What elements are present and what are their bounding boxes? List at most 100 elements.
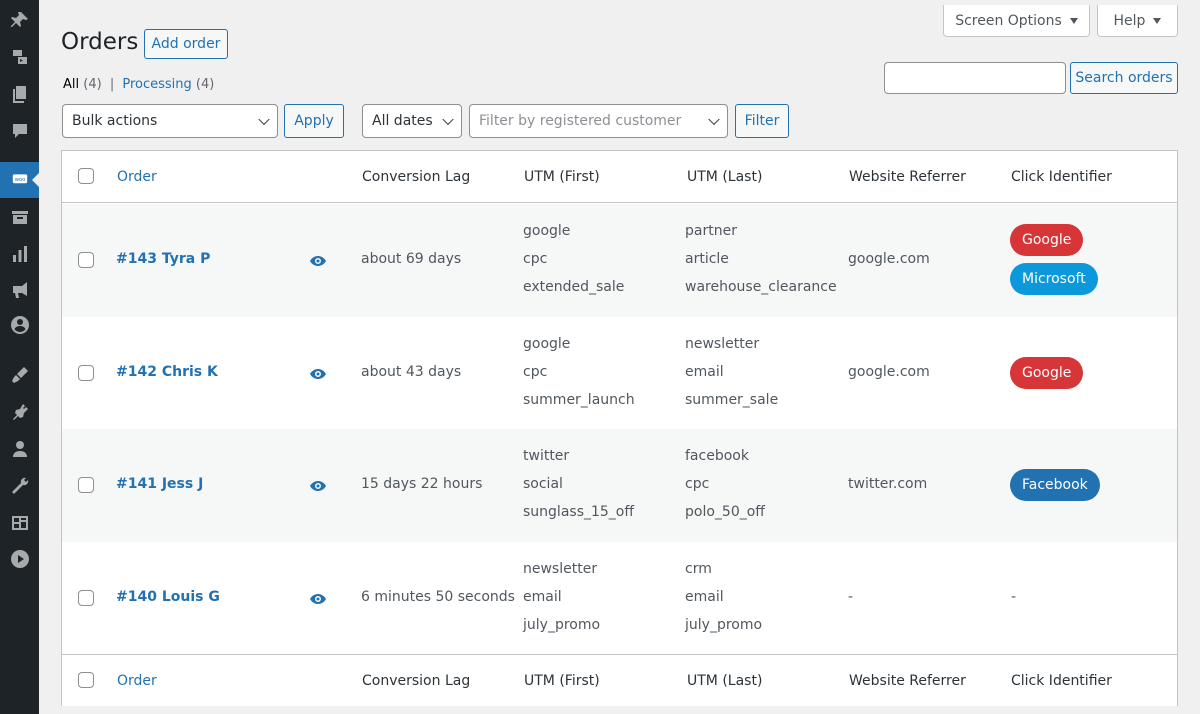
page-title: Orders: [61, 29, 139, 55]
utm-first-medium: cpc: [523, 364, 548, 380]
preview-eye-icon[interactable]: [310, 481, 326, 491]
column-click-identifier: Click Identifier: [1011, 169, 1112, 185]
column-utm-first: UTM (First): [524, 673, 600, 689]
table-footer: Order Conversion Lag UTM (First) UTM (La…: [62, 654, 1177, 706]
caret-down-icon: [1069, 17, 1078, 24]
appearance-icon[interactable]: [0, 360, 39, 390]
views-separator: |: [109, 77, 115, 92]
utm-last-source: partner: [685, 223, 737, 239]
woocommerce-icon[interactable]: woo: [0, 162, 40, 198]
bulk-actions-value: Bulk actions: [72, 113, 158, 129]
view-all-label[interactable]: All: [63, 77, 79, 92]
utm-last-campaign: warehouse_clearance: [685, 279, 837, 295]
dates-value: All dates: [372, 113, 433, 129]
conversion-lag: 15 days 22 hours: [361, 476, 483, 492]
profile-icon[interactable]: [0, 310, 39, 340]
column-utm-first: UTM (First): [524, 169, 600, 185]
media-icon[interactable]: [0, 42, 39, 72]
conversion-lag: about 69 days: [361, 251, 462, 267]
orders-table: Order Conversion Lag UTM (First) UTM (La…: [61, 150, 1178, 706]
view-processing-count: (4): [195, 77, 215, 92]
pages-icon[interactable]: [0, 79, 39, 109]
column-order[interactable]: Order: [117, 151, 157, 203]
products-icon[interactable]: [0, 202, 39, 232]
column-click-identifier: Click Identifier: [1011, 673, 1112, 689]
analytics-icon[interactable]: [0, 239, 39, 269]
google-badge: Google: [1010, 224, 1084, 256]
facebook-badge: Facebook: [1010, 469, 1100, 501]
column-utm-last: UTM (Last): [687, 169, 763, 185]
marketing-icon[interactable]: [0, 275, 39, 305]
apply-button[interactable]: Apply: [284, 104, 344, 138]
order-status-views: All (4) | Processing (4): [63, 77, 214, 92]
order-link[interactable]: #143 Tyra P: [116, 251, 210, 267]
users-icon[interactable]: [0, 434, 39, 464]
table-row[interactable]: #140 Louis G 6 minutes 50 seconds newsle…: [62, 542, 1177, 655]
pin-icon[interactable]: [0, 5, 39, 35]
table-row[interactable]: #141 Jess J 15 days 22 hours twitter soc…: [62, 429, 1177, 542]
add-order-button[interactable]: Add order: [144, 29, 228, 59]
caret-down-icon: [1153, 17, 1162, 24]
tools-icon[interactable]: [0, 471, 39, 501]
utm-last-source: newsletter: [685, 336, 760, 352]
utm-last-campaign: summer_sale: [685, 392, 779, 408]
play-icon[interactable]: [0, 544, 39, 574]
help-button[interactable]: Help: [1097, 5, 1178, 37]
row-checkbox[interactable]: [78, 252, 94, 268]
chevron-down-icon: [708, 113, 720, 126]
filter-button[interactable]: Filter: [735, 104, 789, 138]
settings-icon[interactable]: [0, 508, 39, 538]
website-referrer: google.com: [848, 251, 930, 267]
utm-first-campaign: july_promo: [523, 617, 601, 633]
utm-first-source: twitter: [523, 448, 570, 464]
preview-eye-icon[interactable]: [310, 594, 326, 604]
view-all-count: (4): [83, 77, 102, 92]
chevron-down-icon: [258, 113, 270, 126]
utm-last-campaign: july_promo: [685, 617, 763, 633]
select-all-checkbox[interactable]: [78, 168, 94, 184]
search-input[interactable]: [884, 62, 1066, 94]
order-link[interactable]: #140 Louis G: [116, 589, 220, 605]
search-orders-button[interactable]: Search orders: [1070, 62, 1178, 94]
row-checkbox[interactable]: [78, 365, 94, 381]
utm-first-medium: email: [523, 589, 562, 605]
column-website-referrer: Website Referrer: [849, 673, 966, 689]
utm-first-medium: social: [523, 476, 563, 492]
order-link[interactable]: #141 Jess J: [116, 476, 203, 492]
website-referrer: google.com: [848, 364, 930, 380]
column-conversion-lag: Conversion Lag: [362, 169, 471, 185]
utm-first-source: google: [523, 336, 571, 352]
utm-first-campaign: extended_sale: [523, 279, 625, 295]
chevron-down-icon: [442, 113, 454, 126]
comments-icon[interactable]: [0, 116, 39, 146]
utm-last-medium: email: [685, 364, 724, 380]
utm-first-campaign: summer_launch: [523, 392, 635, 408]
utm-first-source: google: [523, 223, 571, 239]
admin-sidebar: woo: [0, 0, 40, 714]
microsoft-badge: Microsoft: [1010, 263, 1098, 295]
customer-filter-placeholder: Filter by registered customer: [479, 113, 682, 129]
bulk-actions-select[interactable]: Bulk actions: [62, 104, 278, 138]
utm-last-campaign: polo_50_off: [685, 504, 765, 520]
table-row[interactable]: #143 Tyra P about 69 days google cpc ext…: [62, 204, 1177, 317]
website-referrer: -: [848, 589, 854, 605]
plugins-icon[interactable]: [0, 397, 39, 427]
table-header: Order Conversion Lag UTM (First) UTM (La…: [62, 151, 1177, 203]
utm-first-medium: cpc: [523, 251, 548, 267]
customer-filter-select[interactable]: Filter by registered customer: [469, 104, 728, 138]
view-processing-link[interactable]: Processing: [122, 77, 191, 92]
screen-options-button[interactable]: Screen Options: [943, 5, 1090, 37]
table-row[interactable]: #142 Chris K about 43 days google cpc su…: [62, 317, 1177, 430]
website-referrer: twitter.com: [848, 476, 928, 492]
svg-text:woo: woo: [14, 177, 25, 183]
select-all-checkbox[interactable]: [78, 672, 94, 688]
preview-eye-icon[interactable]: [310, 256, 326, 266]
column-order[interactable]: Order: [117, 655, 157, 707]
row-checkbox[interactable]: [78, 590, 94, 606]
utm-first-campaign: sunglass_15_off: [523, 504, 635, 520]
row-checkbox[interactable]: [78, 477, 94, 493]
utm-last-medium: email: [685, 589, 724, 605]
preview-eye-icon[interactable]: [310, 369, 326, 379]
order-link[interactable]: #142 Chris K: [116, 364, 218, 380]
dates-select[interactable]: All dates: [362, 104, 462, 138]
